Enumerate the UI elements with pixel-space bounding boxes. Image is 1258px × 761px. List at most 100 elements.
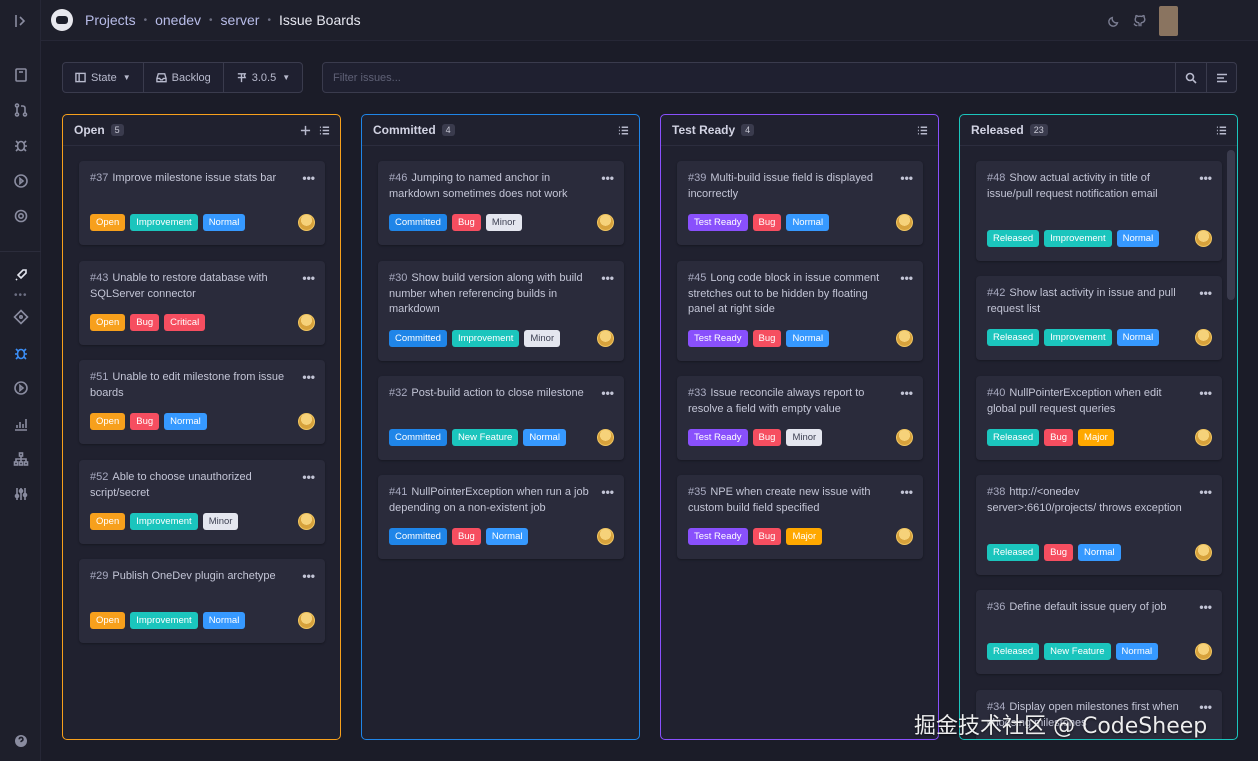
column-query-icon[interactable] (917, 125, 928, 136)
state-dropdown[interactable]: State ▼ (63, 63, 144, 92)
issue-card[interactable]: #30 Show build version along with build n… (378, 261, 624, 361)
issue-title[interactable]: #48 Show actual activity in title of issu… (987, 171, 1187, 202)
onedev-logo[interactable] (51, 9, 73, 31)
more-actions-icon[interactable]: ••• (1199, 286, 1212, 300)
issue-title[interactable]: #38 http://<onedev server>:6610/projects/… (987, 485, 1187, 516)
stats-icon[interactable] (12, 415, 29, 432)
issue-card[interactable]: #33 Issue reconcile always report to reso… (677, 376, 923, 460)
issue-card[interactable]: #36 Define default issue query of job ••• R… (976, 590, 1222, 674)
github-icon[interactable] (1133, 14, 1147, 28)
issue-card[interactable]: #42 Show last activity in issue and pull … (976, 276, 1222, 360)
column-query-icon[interactable] (319, 125, 330, 136)
book-icon[interactable] (12, 66, 29, 83)
more-actions-icon[interactable]: ••• (302, 569, 315, 583)
bug-icon[interactable] (12, 136, 29, 153)
issue-title[interactable]: #35 NPE when create new issue with custom… (688, 485, 888, 516)
more-actions-icon[interactable]: ••• (601, 485, 614, 499)
more-actions-icon[interactable]: ••• (302, 470, 315, 484)
assignee-avatar[interactable] (1195, 329, 1212, 346)
user-avatar[interactable] (1159, 5, 1178, 36)
add-issue-icon[interactable] (300, 125, 311, 136)
builds-icon[interactable] (12, 379, 29, 396)
assignee-avatar[interactable] (298, 413, 315, 430)
issues-icon[interactable] (12, 344, 29, 361)
build-icon[interactable] (12, 172, 29, 189)
sidebar-toggle-icon[interactable] (12, 12, 29, 29)
assignee-avatar[interactable] (298, 214, 315, 231)
sliders-icon[interactable] (12, 485, 29, 502)
more-actions-icon[interactable]: ••• (601, 271, 614, 285)
dark-mode-icon[interactable] (1107, 14, 1121, 28)
assignee-avatar[interactable] (1195, 544, 1212, 561)
issue-title[interactable]: #37 Improve milestone issue stats bar (90, 171, 290, 187)
hierarchy-icon[interactable] (12, 450, 29, 467)
more-actions-icon[interactable]: ••• (1199, 386, 1212, 400)
issue-card[interactable]: #45 Long code block in issue comment stre… (677, 261, 923, 361)
assignee-avatar[interactable] (298, 314, 315, 331)
issue-card[interactable]: #52 Able to choose unauthorized script/se… (79, 460, 325, 544)
issue-card[interactable]: #29 Publish OneDev plugin archetype ••• Ope… (79, 559, 325, 643)
rocket-icon[interactable] (12, 266, 29, 283)
issue-title[interactable]: #29 Publish OneDev plugin archetype (90, 569, 290, 585)
issue-card[interactable]: #40 NullPointerException when edit global… (976, 376, 1222, 460)
assignee-avatar[interactable] (298, 612, 315, 629)
assignee-avatar[interactable] (597, 429, 614, 446)
assignee-avatar[interactable] (896, 214, 913, 231)
more-actions-icon[interactable]: ••• (302, 370, 315, 384)
issue-card[interactable]: #51 Unable to edit milestone from issue b… (79, 360, 325, 444)
column-query-icon[interactable] (618, 125, 629, 136)
breadcrumb-project[interactable]: onedev (155, 12, 201, 28)
search-button[interactable] (1175, 63, 1206, 92)
assignee-avatar[interactable] (896, 528, 913, 545)
assignee-avatar[interactable] (896, 429, 913, 446)
issue-title[interactable]: #39 Multi-build issue field is displayed … (688, 171, 888, 202)
more-actions-icon[interactable]: ••• (601, 386, 614, 400)
breadcrumb-projects[interactable]: Projects (85, 12, 136, 28)
issue-card[interactable]: #48 Show actual activity in title of issu… (976, 161, 1222, 261)
issue-card[interactable]: #46 Jumping to named anchor in markdown s… (378, 161, 624, 245)
more-actions-icon[interactable]: ••• (1199, 171, 1212, 185)
more-icon[interactable]: ••• (14, 290, 28, 301)
assignee-avatar[interactable] (298, 513, 315, 530)
filter-issues-input[interactable] (323, 63, 1175, 92)
pull-request-icon[interactable] (12, 101, 29, 118)
assignee-avatar[interactable] (1195, 429, 1212, 446)
issue-card[interactable]: #38 http://<onedev server>:6610/projects/… (976, 475, 1222, 575)
issue-title[interactable]: #30 Show build version along with build n… (389, 271, 589, 318)
assignee-avatar[interactable] (1195, 230, 1212, 247)
issue-title[interactable]: #46 Jumping to named anchor in markdown s… (389, 171, 589, 202)
breadcrumb-child-project[interactable]: server (221, 12, 260, 28)
issue-title[interactable]: #52 Able to choose unauthorized script/se… (90, 470, 290, 501)
help-icon[interactable] (12, 732, 29, 749)
assignee-avatar[interactable] (597, 214, 614, 231)
assignee-avatar[interactable] (597, 528, 614, 545)
issue-card[interactable]: #35 NPE when create new issue with custom… (677, 475, 923, 559)
issue-title[interactable]: #41 NullPointerException when run a job d… (389, 485, 589, 516)
issue-card[interactable]: #43 Unable to restore database with SQLSe… (79, 261, 325, 345)
more-actions-icon[interactable]: ••• (601, 171, 614, 185)
git-icon[interactable] (12, 308, 29, 325)
issue-title[interactable]: #36 Define default issue query of job (987, 600, 1187, 616)
issue-card[interactable]: #32 Post-build action to close milestone •… (378, 376, 624, 460)
column-query-icon[interactable] (1216, 125, 1227, 136)
assignee-avatar[interactable] (597, 330, 614, 347)
saved-queries-button[interactable] (1206, 63, 1237, 92)
issue-card[interactable]: #39 Multi-build issue field is displayed … (677, 161, 923, 245)
issue-title[interactable]: #45 Long code block in issue comment stre… (688, 271, 888, 318)
issue-title[interactable]: #32 Post-build action to close milestone (389, 386, 589, 402)
assignee-avatar[interactable] (896, 330, 913, 347)
more-actions-icon[interactable]: ••• (900, 386, 913, 400)
more-actions-icon[interactable]: ••• (1199, 485, 1212, 499)
assignee-avatar[interactable] (1195, 643, 1212, 660)
settings-icon[interactable] (12, 207, 29, 224)
milestone-dropdown[interactable]: 3.0.5 ▼ (224, 63, 302, 92)
issue-card[interactable]: #37 Improve milestone issue stats bar ••• O… (79, 161, 325, 245)
backlog-button[interactable]: Backlog (144, 63, 224, 92)
issue-title[interactable]: #33 Issue reconcile always report to reso… (688, 386, 888, 417)
issue-title[interactable]: #42 Show last activity in issue and pull … (987, 286, 1187, 317)
more-actions-icon[interactable]: ••• (900, 485, 913, 499)
more-actions-icon[interactable]: ••• (900, 171, 913, 185)
more-actions-icon[interactable]: ••• (302, 271, 315, 285)
more-actions-icon[interactable]: ••• (302, 171, 315, 185)
issue-card[interactable]: #41 NullPointerException when run a job d… (378, 475, 624, 559)
